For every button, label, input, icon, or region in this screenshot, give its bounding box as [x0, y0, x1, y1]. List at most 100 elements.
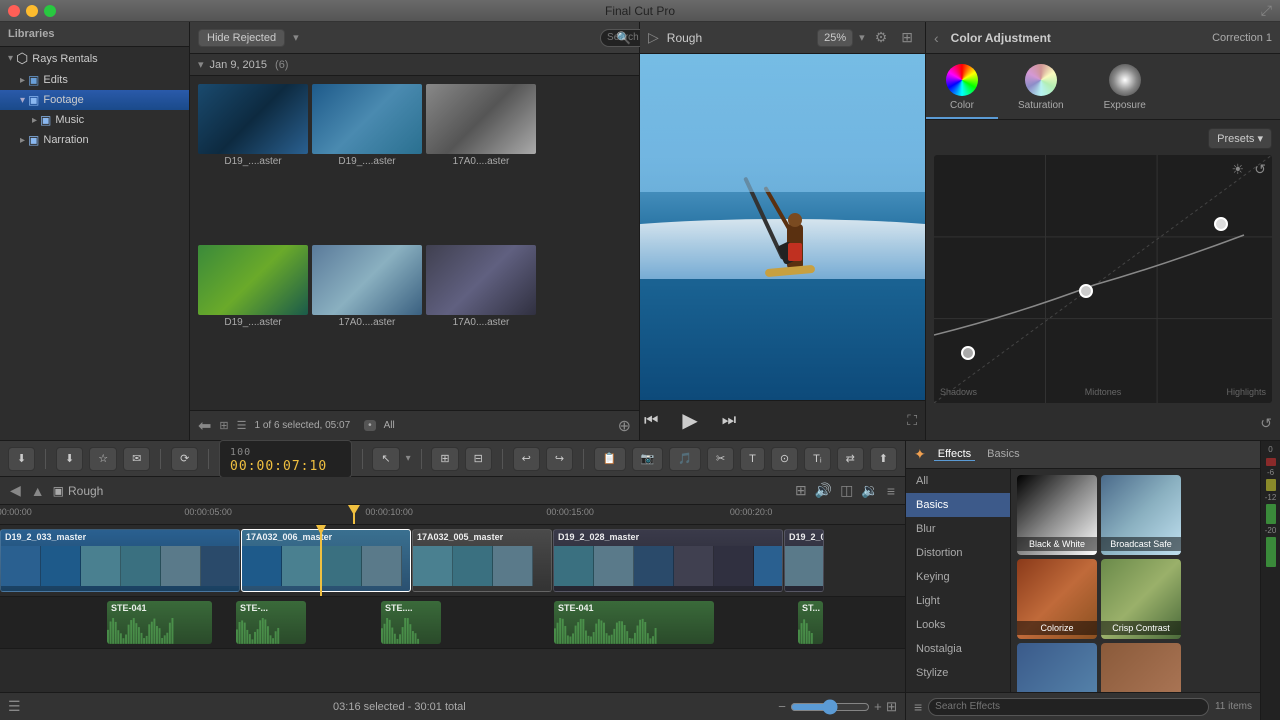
- audio-clip-aud4[interactable]: STE-041: [554, 601, 714, 644]
- timeline-audio2-button[interactable]: 🔉: [859, 480, 880, 501]
- clip-clip5[interactable]: D19_2_052_master: [784, 529, 824, 592]
- zoom-slider[interactable]: [790, 699, 870, 715]
- generator-button[interactable]: ⊙: [771, 447, 798, 471]
- redo-button[interactable]: ↪: [546, 447, 573, 471]
- import-button[interactable]: ⬇: [8, 447, 35, 471]
- sidebar-item-edits[interactable]: ▸ ▣ Edits: [0, 70, 189, 90]
- undo-button[interactable]: ↩: [513, 447, 540, 471]
- maximize-button[interactable]: [44, 5, 56, 17]
- share-button[interactable]: ✉: [123, 447, 150, 471]
- color-nav-back[interactable]: ‹: [934, 30, 939, 46]
- collapse-arrow[interactable]: ▾: [198, 58, 204, 71]
- view-audio-button[interactable]: ⊟: [465, 447, 492, 471]
- view-clips-button[interactable]: ⊞: [431, 447, 458, 471]
- color-tab-saturation[interactable]: Saturation: [998, 60, 1084, 119]
- sidebar-item-footage[interactable]: ▾ ▣ Footage: [0, 90, 189, 110]
- clip-appear-button[interactable]: ⊕: [618, 416, 631, 436]
- curve-handle-highlights[interactable]: [1214, 217, 1228, 231]
- presets-button[interactable]: Presets ▾: [1208, 128, 1272, 149]
- timeline-settings-button[interactable]: ⊞: [793, 480, 809, 501]
- effect-broadcast[interactable]: Broadcast Safe: [1101, 475, 1181, 555]
- effect-partial2[interactable]: [1101, 643, 1181, 692]
- effect-partial1[interactable]: [1017, 643, 1097, 692]
- export-button[interactable]: ⬆: [870, 447, 897, 471]
- zoom-out-button[interactable]: −: [778, 699, 786, 714]
- sidebar-item-rays-rentals[interactable]: ▾ ⬡ Rays Rentals: [0, 47, 189, 70]
- thumbnail-17a0_3[interactable]: 17A0....aster: [426, 245, 536, 402]
- color-footer-reset[interactable]: ↺: [1260, 415, 1272, 432]
- category-keying[interactable]: Keying: [906, 565, 1010, 589]
- text2-button[interactable]: Tᵢ: [804, 447, 830, 471]
- thumbnail-d19_1[interactable]: D19_....aster: [198, 84, 308, 241]
- select-tool-button[interactable]: ↖: [372, 447, 399, 471]
- category-distortion[interactable]: Distortion: [906, 541, 1010, 565]
- viewer-settings-button[interactable]: ⚙: [871, 27, 892, 48]
- title-button[interactable]: T: [740, 447, 765, 471]
- audio-clip-aud3[interactable]: STE....: [381, 601, 441, 644]
- curve-handle-shadows[interactable]: [961, 346, 975, 360]
- music-button[interactable]: 🎵: [669, 447, 701, 471]
- effect-colorize[interactable]: Colorize: [1017, 559, 1097, 639]
- fullscreen-button[interactable]: ⛶: [907, 412, 917, 429]
- effects-search-input[interactable]: [928, 698, 1209, 716]
- viewer-options-button[interactable]: ⊞: [897, 27, 917, 48]
- zoom-selector[interactable]: 25%: [817, 29, 853, 47]
- clip-clip3[interactable]: 17A032_005_master: [412, 529, 552, 592]
- prev-page-button[interactable]: ⬅: [198, 416, 211, 436]
- list-view-toggle[interactable]: ☰: [8, 698, 21, 715]
- curve-handle-midtones[interactable]: [1079, 284, 1093, 298]
- thumbnail-d19_3[interactable]: D19_....aster: [198, 245, 308, 402]
- category-looks[interactable]: Looks: [906, 613, 1010, 637]
- audio-clip-aud5[interactable]: ST...: [798, 601, 823, 644]
- favorites-button[interactable]: ⬇: [56, 447, 83, 471]
- filter-dot[interactable]: •: [364, 420, 376, 431]
- color-reset-button[interactable]: ↺: [1254, 161, 1266, 178]
- hide-rejected-button[interactable]: Hide Rejected: [198, 29, 285, 47]
- sidebar-item-narration[interactable]: ▸ ▣ Narration: [0, 130, 189, 150]
- color-tab-color[interactable]: Color: [926, 60, 998, 119]
- transform-button[interactable]: ⟳: [171, 447, 198, 471]
- scissors-button[interactable]: ✂: [707, 447, 734, 471]
- minimize-button[interactable]: [26, 5, 38, 17]
- close-button[interactable]: [8, 5, 20, 17]
- reject-button[interactable]: ☆: [89, 447, 117, 471]
- category-light[interactable]: Light: [906, 589, 1010, 613]
- zoom-in-button[interactable]: +: [874, 699, 882, 714]
- thumbnail-d19_2[interactable]: D19_....aster: [312, 84, 422, 241]
- effect-bw[interactable]: Black & White: [1017, 475, 1097, 555]
- category-basics[interactable]: Basics: [906, 493, 1010, 517]
- timeline-expand-button[interactable]: ▲: [29, 481, 47, 501]
- effect-crisp[interactable]: Crisp Contrast: [1101, 559, 1181, 639]
- timeline-back-button[interactable]: ◀: [8, 480, 23, 501]
- timeline-clip-button[interactable]: ◫: [838, 480, 855, 501]
- effects-tab-effects[interactable]: Effects: [934, 448, 975, 461]
- category-blur[interactable]: Blur: [906, 517, 1010, 541]
- tool-dropdown[interactable]: ▾: [406, 453, 411, 464]
- category-text-effects[interactable]: Text Effects: [906, 685, 1010, 692]
- color-brightness-icon[interactable]: ☀: [1231, 161, 1244, 178]
- clip-clip1[interactable]: D19_2_033_master: [0, 529, 240, 592]
- timeline-vol-button[interactable]: ≡: [885, 480, 897, 501]
- audio-clip-aud1[interactable]: STE-041: [107, 601, 212, 644]
- audio-clip-aud2[interactable]: STE-...: [236, 601, 306, 644]
- play-button[interactable]: ▶: [678, 404, 701, 437]
- effects-tab-basics[interactable]: Basics: [983, 448, 1023, 461]
- thumbnail-17a0_1[interactable]: 17A0....aster: [426, 84, 536, 241]
- clips-view[interactable]: 📋: [594, 447, 626, 471]
- category-all[interactable]: All: [906, 469, 1010, 493]
- category-stylize[interactable]: Stylize: [906, 661, 1010, 685]
- timeline-audio-button[interactable]: 🔊: [813, 480, 834, 501]
- skip-forward-button[interactable]: ⏭: [718, 408, 740, 434]
- category-nostalgia[interactable]: Nostalgia: [906, 637, 1010, 661]
- fit-to-window-button[interactable]: ⊞: [886, 699, 897, 715]
- swap-button[interactable]: ⇄: [837, 447, 864, 471]
- list-view-button[interactable]: ☰: [237, 419, 247, 432]
- clip-clip4[interactable]: D19_2_028_master: [553, 529, 783, 592]
- thumbnail-17a0_2[interactable]: 17A0....aster: [312, 245, 422, 402]
- clip-clip2[interactable]: 17A032_006_master: [241, 529, 411, 592]
- effects-filter-button[interactable]: ≡: [914, 699, 922, 715]
- camera-button[interactable]: 📷: [632, 447, 664, 471]
- skip-back-button[interactable]: ⏮: [640, 408, 662, 434]
- view-toggle-button[interactable]: ⊞: [219, 419, 228, 432]
- color-tab-exposure[interactable]: Exposure: [1084, 60, 1166, 119]
